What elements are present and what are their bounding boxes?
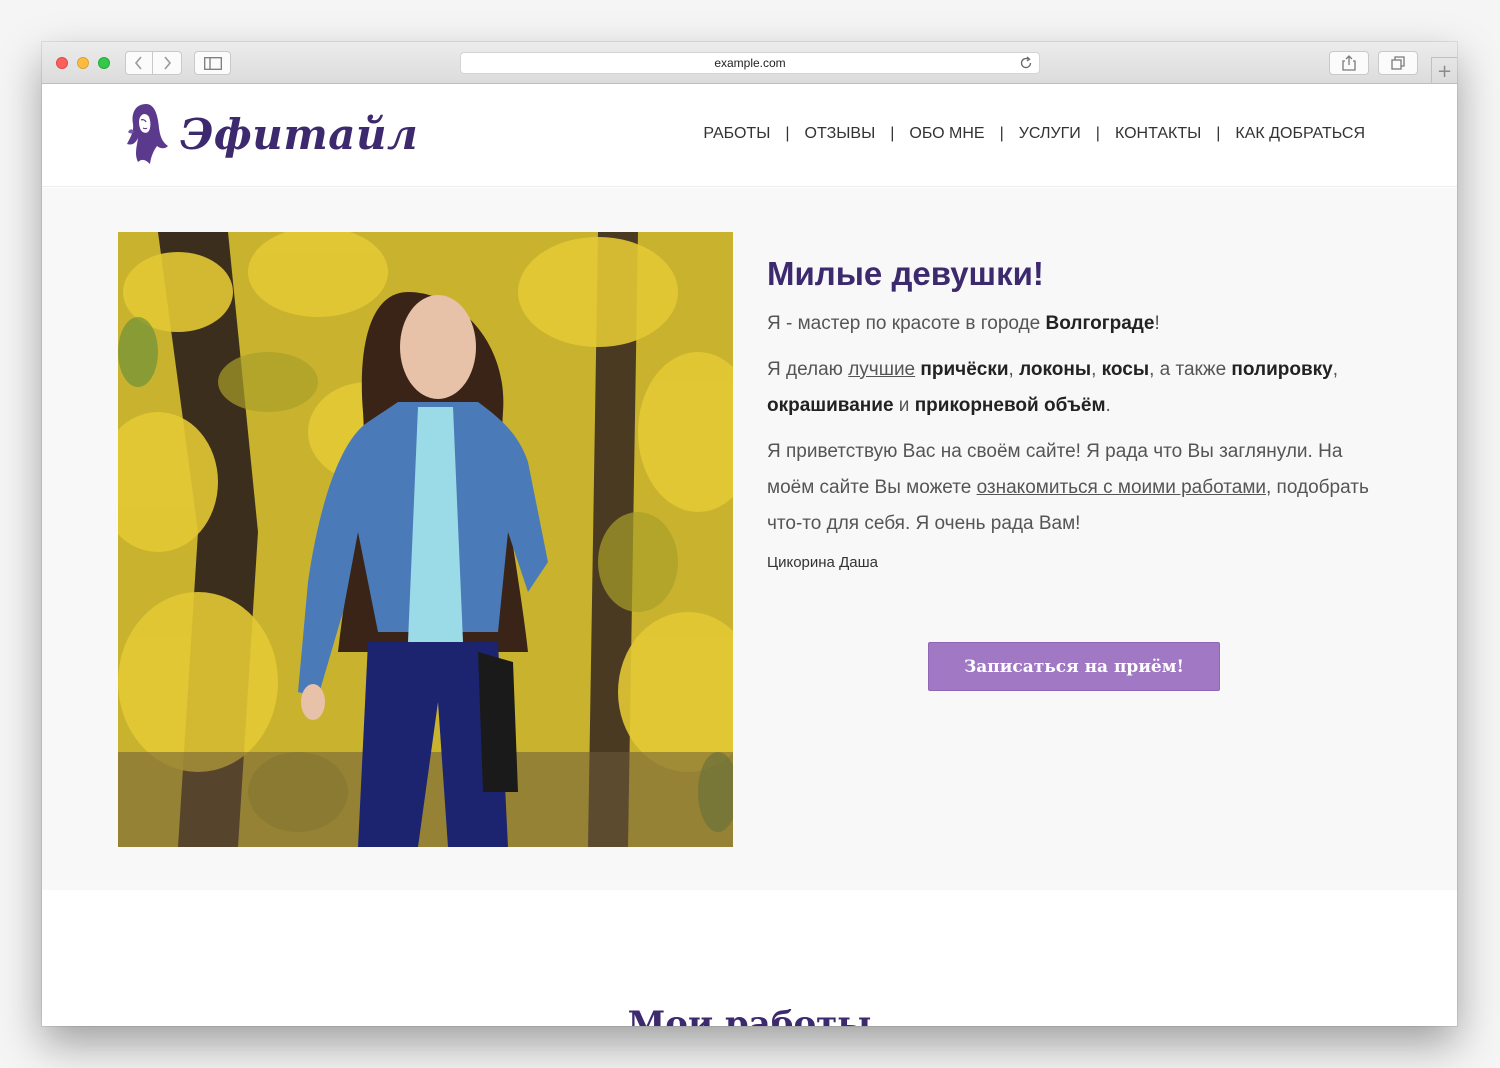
minimize-window-button[interactable] bbox=[77, 57, 89, 69]
signature: Цикорина Даша bbox=[767, 554, 878, 571]
service-coloring: окрашивание bbox=[767, 395, 894, 416]
nav-separator: | bbox=[1095, 125, 1100, 142]
hero-section: Милые девушки! Я - мастер по красоте в г… bbox=[42, 188, 1457, 890]
nav-item-reviews[interactable]: ОТЗЫВЫ bbox=[805, 125, 876, 143]
sidebar-toggle-button[interactable] bbox=[194, 51, 231, 75]
services-text: и bbox=[893, 395, 915, 416]
nav-separator: | bbox=[999, 125, 1004, 142]
service-polishing: полировку bbox=[1231, 359, 1333, 380]
intro-content: Милые девушки! Я - мастер по красоте в г… bbox=[767, 252, 1387, 571]
reload-icon[interactable] bbox=[1019, 56, 1033, 70]
intro-paragraph-services: Я делаю лучшие причёски, локоны, косы, а… bbox=[767, 352, 1387, 424]
nav-separator: | bbox=[785, 125, 790, 142]
services-text: , bbox=[1091, 359, 1102, 380]
chevron-left-icon bbox=[134, 56, 142, 70]
nav-separator: | bbox=[890, 125, 895, 142]
best-link[interactable]: лучшие bbox=[848, 359, 915, 380]
services-text: . bbox=[1105, 395, 1111, 416]
master-portrait-photo bbox=[118, 232, 733, 847]
book-appointment-button[interactable]: Записаться на приём! bbox=[928, 642, 1220, 691]
browser-window: example.com + Эфитайл РАБОТЫ | ОТЗЫВЫ | … bbox=[42, 42, 1457, 1026]
close-window-button[interactable] bbox=[56, 57, 68, 69]
intro-paragraph-location: Я - мастер по красоте в городе Волгоград… bbox=[767, 306, 1387, 342]
share-button[interactable] bbox=[1329, 51, 1369, 75]
nav-item-services[interactable]: УСЛУГИ bbox=[1019, 125, 1081, 143]
hero-heading: Милые девушки! bbox=[767, 255, 1044, 292]
nav-item-about[interactable]: ОБО МНЕ bbox=[909, 125, 984, 143]
intro-text: ! bbox=[1154, 313, 1160, 334]
nav-item-works[interactable]: РАБОТЫ bbox=[703, 125, 770, 143]
intro-paragraph-welcome: Я приветствую Вас на своём сайте! Я рада… bbox=[767, 434, 1387, 542]
back-button[interactable] bbox=[125, 51, 153, 75]
city-name: Волгограде bbox=[1045, 313, 1155, 334]
services-text: Я делаю bbox=[767, 359, 849, 380]
woman-silhouette-logo-icon bbox=[127, 104, 168, 164]
works-section-title: Мои работы bbox=[627, 1004, 872, 1026]
nav-separator: | bbox=[1216, 125, 1221, 142]
services-text: , а также bbox=[1149, 359, 1232, 380]
url-text: example.com bbox=[714, 56, 786, 70]
share-icon bbox=[1342, 55, 1356, 71]
chevron-right-icon bbox=[164, 56, 172, 70]
forward-button[interactable] bbox=[153, 51, 182, 75]
service-hairstyles: причёски bbox=[920, 359, 1009, 380]
services-text: , bbox=[1332, 359, 1339, 380]
sidebar-icon bbox=[203, 56, 222, 70]
new-tab-button[interactable]: + bbox=[1431, 57, 1457, 84]
services-text: , bbox=[1008, 359, 1020, 380]
show-tabs-button[interactable] bbox=[1378, 51, 1418, 75]
intro-text: Я - мастер по красоте в городе bbox=[767, 313, 1046, 334]
service-braids: косы bbox=[1101, 359, 1150, 380]
logo-text: Эфитайл bbox=[180, 109, 419, 159]
tabs-icon bbox=[1391, 56, 1405, 70]
plus-icon: + bbox=[1436, 60, 1453, 82]
main-nav: РАБОТЫ | ОТЗЫВЫ | ОБО МНЕ | УСЛУГИ | КОН… bbox=[703, 125, 1365, 143]
works-link[interactable]: ознакомиться с моими работами bbox=[977, 477, 1266, 498]
service-curls: локоны bbox=[1019, 359, 1092, 380]
nav-item-contacts[interactable]: КОНТАКТЫ bbox=[1115, 125, 1201, 143]
nav-item-directions[interactable]: КАК ДОБРАТЬСЯ bbox=[1235, 125, 1365, 143]
service-root-volume: прикорневой объём bbox=[914, 395, 1106, 416]
zoom-window-button[interactable] bbox=[98, 57, 110, 69]
site-header: Эфитайл РАБОТЫ | ОТЗЫВЫ | ОБО МНЕ | УСЛУ… bbox=[42, 84, 1457, 187]
browser-toolbar: example.com + bbox=[42, 42, 1457, 84]
site-logo[interactable]: Эфитайл bbox=[124, 102, 418, 166]
address-bar[interactable]: example.com bbox=[460, 52, 1040, 74]
